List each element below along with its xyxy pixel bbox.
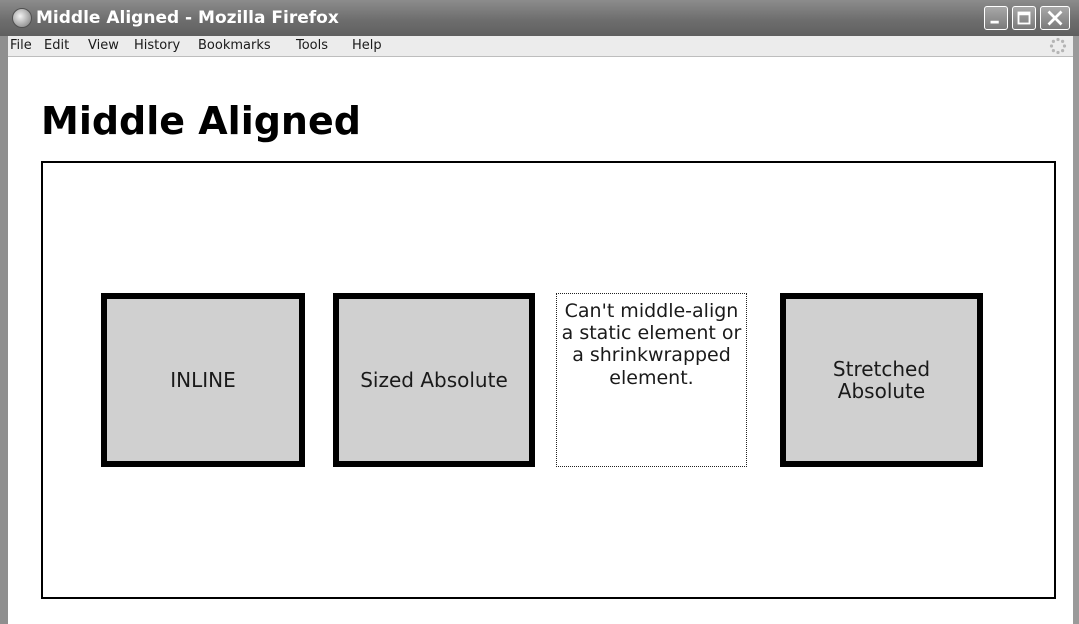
menu-view[interactable]: View — [88, 38, 119, 53]
firefox-icon — [12, 8, 32, 28]
menu-history[interactable]: History — [134, 38, 180, 53]
sized-absolute-box: Sized Absolute — [333, 293, 535, 467]
inline-box-label: INLINE — [170, 368, 236, 392]
menu-edit[interactable]: Edit — [44, 38, 69, 53]
menu-bookmarks[interactable]: Bookmarks — [198, 38, 271, 53]
menu-tools[interactable]: Tools — [296, 38, 328, 53]
menu-bar: File Edit View History Bookmarks Tools H… — [8, 36, 1073, 57]
window-title: Middle Aligned - Mozilla Firefox — [36, 8, 339, 28]
demo-container: INLINE Sized Absolute Can't middle-align… — [41, 161, 1056, 599]
minimize-icon — [990, 20, 999, 24]
throbber-icon — [1049, 37, 1067, 55]
close-button[interactable] — [1040, 6, 1070, 30]
menu-file[interactable]: File — [10, 38, 32, 53]
menu-help[interactable]: Help — [352, 38, 382, 53]
maximize-icon — [1017, 11, 1031, 25]
page-content: Middle Aligned INLINE Sized Absolute Can… — [8, 57, 1073, 624]
title-bar[interactable]: Middle Aligned - Mozilla Firefox — [0, 0, 1079, 36]
inline-box: INLINE — [101, 293, 305, 467]
stretched-absolute-box: Stretched Absolute — [780, 293, 983, 467]
static-element-note-box: Can't middle-align a static element or a… — [556, 293, 747, 467]
sized-absolute-label: Sized Absolute — [360, 368, 508, 392]
close-icon — [1047, 10, 1063, 26]
stretched-absolute-label: Stretched Absolute — [832, 357, 931, 403]
static-element-note: Can't middle-align a static element or a… — [561, 300, 742, 389]
maximize-button[interactable] — [1012, 6, 1036, 30]
page-title: Middle Aligned — [41, 99, 361, 143]
minimize-button[interactable] — [984, 6, 1008, 30]
